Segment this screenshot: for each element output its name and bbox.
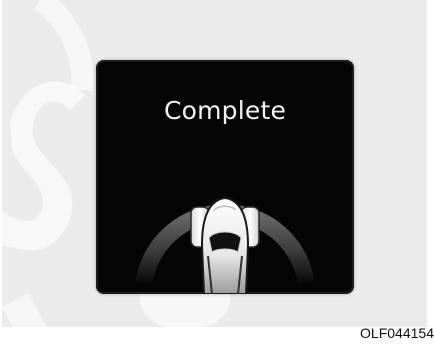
manual-figure: Complete OLF044154 — [0, 0, 434, 346]
cluster-display: Complete — [96, 60, 354, 294]
figure-code: OLF044154 — [360, 325, 434, 341]
car-graphic-area — [135, 196, 315, 294]
car-top-view-icon — [190, 196, 260, 294]
